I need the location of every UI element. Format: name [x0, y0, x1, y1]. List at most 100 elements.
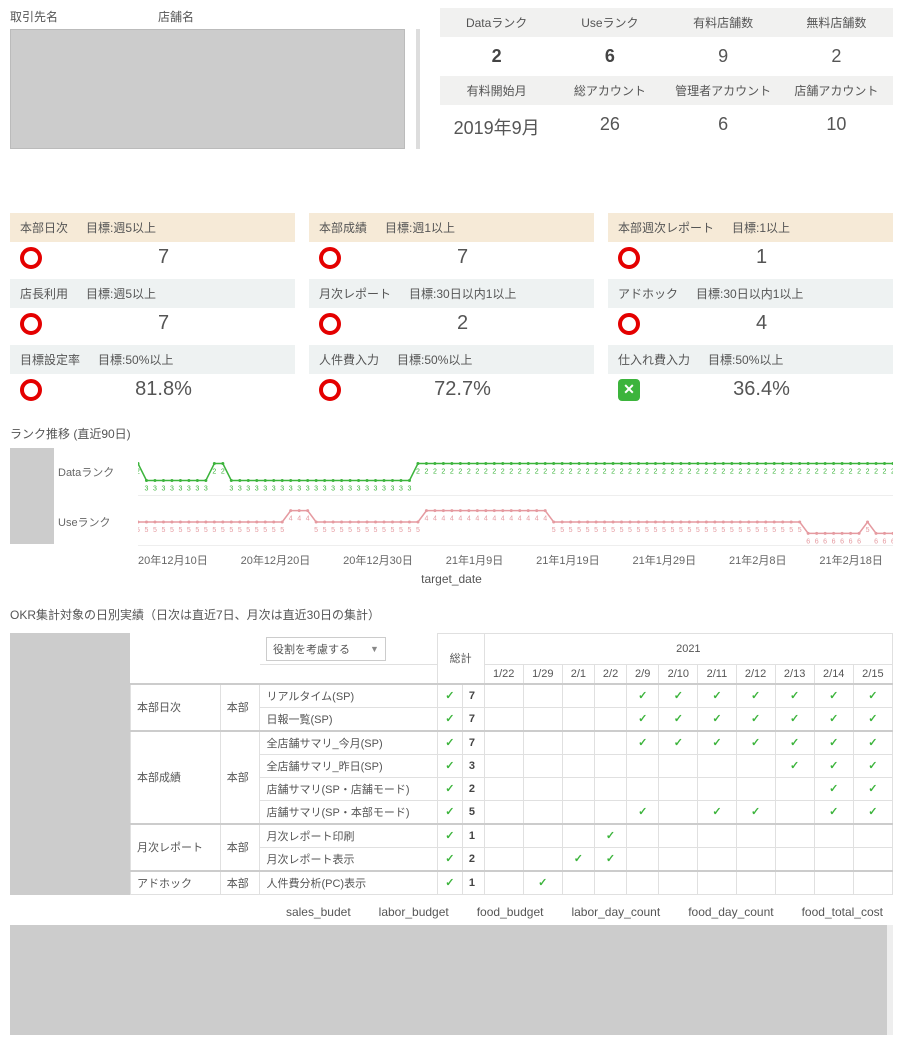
- date-header: 2/14: [814, 664, 853, 684]
- svg-text:2: 2: [670, 469, 674, 476]
- status-fail-icon: [618, 379, 640, 401]
- total-check: ✓: [437, 824, 462, 848]
- x-axis: 20年12月10日20年12月20日20年12月30日21年1月9日21年1月1…: [138, 552, 893, 568]
- day-cell: ✓: [562, 847, 594, 871]
- day-cell: [775, 847, 814, 871]
- kpi-target: 目標:週1以上: [385, 219, 455, 236]
- svg-text:2: 2: [518, 469, 522, 476]
- svg-text:4: 4: [526, 516, 530, 523]
- svg-text:3: 3: [246, 486, 250, 493]
- date-header: 2/12: [736, 664, 775, 684]
- svg-text:5: 5: [654, 527, 658, 534]
- svg-text:5: 5: [391, 527, 395, 534]
- svg-text:5: 5: [221, 527, 225, 534]
- kpi-target: 目標:週5以上: [86, 285, 156, 302]
- day-cell: ✓: [698, 800, 736, 824]
- status-ok-icon: [319, 379, 341, 401]
- svg-text:4: 4: [467, 516, 471, 523]
- data-rank-line: 2333333332233333333333333333333332222222…: [138, 448, 893, 496]
- svg-text:2: 2: [603, 469, 607, 476]
- svg-text:4: 4: [458, 516, 462, 523]
- svg-text:3: 3: [382, 486, 386, 493]
- svg-text:3: 3: [153, 486, 157, 493]
- total-check: ✓: [437, 707, 462, 731]
- svg-text:2: 2: [212, 469, 216, 476]
- svg-text:6: 6: [806, 538, 810, 545]
- kpi-header: 本部日次目標:週5以上: [10, 213, 295, 242]
- day-cell: [775, 871, 814, 895]
- svg-text:5: 5: [738, 527, 742, 534]
- metric-label: 無料店舗数: [780, 8, 893, 38]
- status-ok-icon: [20, 247, 42, 269]
- day-cell: [484, 777, 523, 800]
- day-cell: [523, 800, 562, 824]
- svg-text:5: 5: [238, 527, 242, 534]
- day-cell: [594, 871, 626, 895]
- total-value: 7: [462, 707, 484, 731]
- total-check: ✓: [437, 871, 462, 895]
- day-cell: [523, 731, 562, 755]
- svg-text:5: 5: [603, 527, 607, 534]
- day-cell: [627, 871, 659, 895]
- day-cell: ✓: [627, 684, 659, 708]
- day-cell: [523, 707, 562, 731]
- day-cell: [594, 731, 626, 755]
- day-cell: [484, 684, 523, 708]
- okr-table: 役割を考慮する▼総計20211/221/292/12/22/92/102/112…: [130, 633, 893, 895]
- day-cell: [698, 847, 736, 871]
- kpi-title: 本部成績: [319, 219, 367, 236]
- svg-text:2: 2: [509, 469, 513, 476]
- svg-text:5: 5: [620, 527, 624, 534]
- client-store-block: 取引先名 店舗名: [10, 8, 420, 149]
- svg-text:2: 2: [484, 469, 488, 476]
- day-cell: [484, 731, 523, 755]
- metric-value: 2019年9月: [440, 106, 553, 148]
- metric-value: 6: [667, 106, 780, 143]
- day-cell: [736, 824, 775, 848]
- svg-text:3: 3: [306, 486, 310, 493]
- svg-text:2: 2: [840, 469, 844, 476]
- svg-text:5: 5: [178, 527, 182, 534]
- svg-text:2: 2: [866, 469, 870, 476]
- day-cell: ✓: [659, 707, 698, 731]
- svg-text:3: 3: [170, 486, 174, 493]
- date-header: 2/9: [627, 664, 659, 684]
- bottom-col-header: food_total_cost: [802, 905, 883, 919]
- metric-name: リアルタイム(SP): [260, 684, 437, 708]
- kpi-header: 目標設定率目標:50%以上: [10, 345, 295, 374]
- svg-text:5: 5: [348, 527, 352, 534]
- kpi-header: 月次レポート目標:30日以内1以上: [309, 279, 594, 308]
- day-cell: ✓: [627, 707, 659, 731]
- metric-value: 26: [553, 106, 666, 143]
- svg-text:4: 4: [433, 516, 437, 523]
- day-cell: [659, 754, 698, 777]
- bottom-col-header: labor_budget: [379, 905, 449, 919]
- svg-text:2: 2: [645, 469, 649, 476]
- svg-text:5: 5: [552, 527, 556, 534]
- kpi-section: 本部日次目標:週5以上7本部成績目標:週1以上7本部週次レポート目標:1以上1店…: [0, 213, 903, 411]
- svg-text:5: 5: [789, 527, 793, 534]
- role-dropdown[interactable]: 役割を考慮する▼: [266, 637, 386, 661]
- rank-chart-section: ランク推移 (直近90日) Dataランク 233333333223333333…: [0, 425, 903, 586]
- day-cell: ✓: [775, 684, 814, 708]
- day-cell: [562, 684, 594, 708]
- series2-label: Useランク: [58, 514, 138, 530]
- svg-text:5: 5: [628, 527, 632, 534]
- svg-text:2: 2: [535, 469, 539, 476]
- day-cell: ✓: [736, 731, 775, 755]
- kpi-target: 目標:週5以上: [86, 219, 156, 236]
- kpi-title: 月次レポート: [319, 285, 391, 302]
- svg-text:2: 2: [586, 469, 590, 476]
- day-cell: [659, 847, 698, 871]
- date-header: 2/13: [775, 664, 814, 684]
- day-cell: ✓: [853, 754, 892, 777]
- bottom-col-header: food_budget: [477, 905, 544, 919]
- day-cell: [523, 777, 562, 800]
- kpi-header: 仕入れ費入力目標:50%以上: [608, 345, 893, 374]
- svg-text:2: 2: [611, 469, 615, 476]
- client-label: 取引先名: [10, 8, 58, 25]
- svg-text:5: 5: [781, 527, 785, 534]
- date-header: 2/1: [562, 664, 594, 684]
- svg-text:2: 2: [849, 469, 853, 476]
- day-cell: [659, 871, 698, 895]
